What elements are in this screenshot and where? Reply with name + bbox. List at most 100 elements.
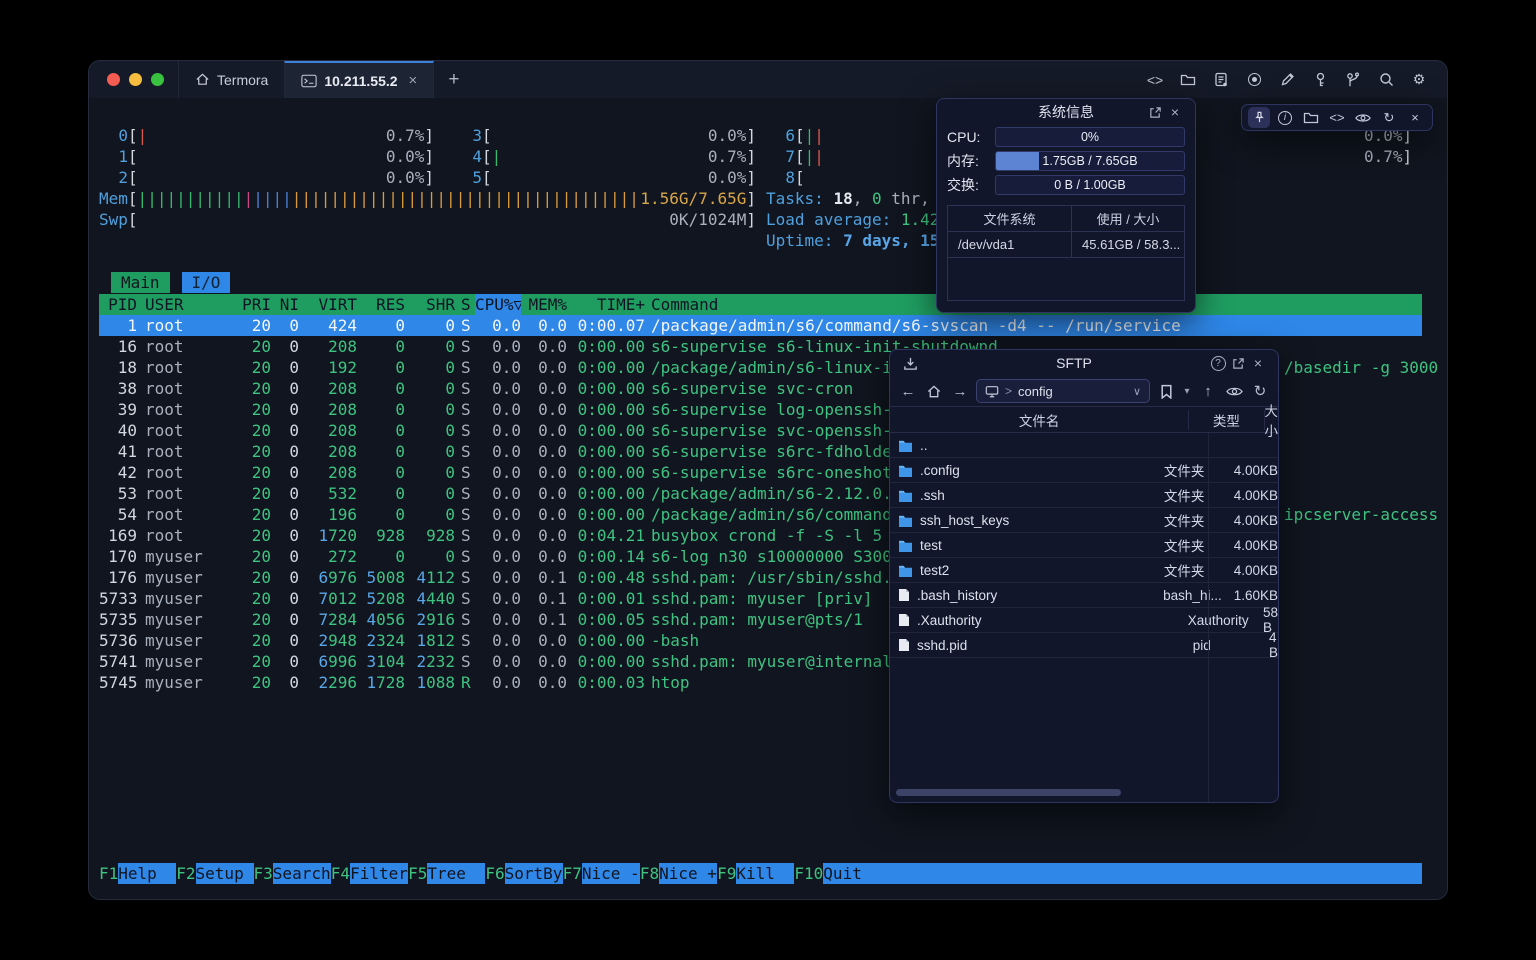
cpu-meter-fragment: 0.7%] (1364, 146, 1412, 167)
fkey-f4[interactable]: F4 (331, 863, 350, 884)
log-icon[interactable] (1214, 72, 1228, 87)
bookmark-dropdown-icon[interactable]: ▾ (1182, 386, 1192, 397)
record-icon[interactable] (1248, 73, 1261, 86)
tab-active-session[interactable]: 10.211.55.2 × (284, 61, 434, 98)
column-header-time[interactable]: TIME+ (567, 294, 645, 315)
zoom-window-button[interactable] (151, 73, 164, 86)
chevron-down-icon[interactable]: ∨ (1133, 385, 1141, 398)
computer-icon (985, 385, 999, 398)
file-row[interactable]: test文件夹4.00KB (890, 533, 1278, 558)
system-info-title: 系统信息 (987, 102, 1145, 122)
column-header-pri[interactable]: PRI (237, 294, 271, 315)
fkey-f8-label[interactable]: Nice + (659, 863, 717, 884)
fkey-f6[interactable]: F6 (485, 863, 504, 884)
fkey-f9[interactable]: F9 (717, 863, 736, 884)
key-icon[interactable] (1314, 72, 1327, 88)
edit-icon[interactable] (1280, 72, 1295, 87)
htop-tab-main[interactable]: Main (111, 272, 170, 293)
close-window-button[interactable] (107, 73, 120, 86)
file-row[interactable]: sshd.pidpid4 B (890, 633, 1278, 658)
column-header-shr[interactable]: SHR (405, 294, 455, 315)
close-icon[interactable]: × (1248, 355, 1268, 371)
htop-tab-i/o[interactable]: I/O (182, 272, 231, 293)
fkey-f1-label[interactable]: Help (118, 863, 176, 884)
horizontal-scrollbar[interactable] (896, 789, 1121, 796)
fkey-f7-label[interactable]: Nice - (582, 863, 640, 884)
file-row[interactable]: .config文件夹4.00KB (890, 458, 1278, 483)
download-icon[interactable] (900, 356, 920, 371)
column-header-cpu[interactable]: CPU%▽ (475, 294, 521, 315)
fkey-f2-label[interactable]: Setup (196, 863, 254, 884)
fs-name: /dev/vda1 (948, 232, 1072, 257)
fkey-f7[interactable]: F7 (563, 863, 582, 884)
file-row[interactable]: .XauthorityXauthority58 B (890, 608, 1278, 633)
code-icon[interactable]: <> (1147, 72, 1163, 88)
pin-icon[interactable] (1253, 111, 1266, 124)
fkey-f10[interactable]: F10 (794, 863, 823, 884)
path-breadcrumb[interactable]: > config ∨ (976, 379, 1150, 403)
fkey-f9-label[interactable]: Kill (736, 863, 794, 884)
forward-icon[interactable]: → (950, 383, 970, 400)
fkey-f5-label[interactable]: Tree (427, 863, 485, 884)
file-row[interactable]: .. (890, 433, 1278, 458)
refresh-icon[interactable]: ↻ (1250, 382, 1270, 400)
process-row[interactable]: 1root20042400S0.00.00:00.07/package/admi… (99, 315, 1422, 336)
minimize-window-button[interactable] (129, 73, 142, 86)
code-icon[interactable]: <> (1329, 110, 1344, 125)
new-tab-button[interactable]: + (434, 61, 473, 98)
close-icon[interactable]: × (1411, 110, 1419, 125)
htop-tabs: Main I/O (111, 272, 230, 293)
file-row[interactable]: ssh_host_keys文件夹4.00KB (890, 508, 1278, 533)
column-header-mem[interactable]: MEM% (521, 294, 567, 315)
tab-close-icon[interactable]: × (409, 72, 418, 89)
show-hidden-icon[interactable] (1224, 385, 1244, 398)
help-icon[interactable]: ? (1208, 356, 1228, 371)
search-icon[interactable] (1379, 72, 1394, 87)
folder-icon[interactable] (1180, 73, 1196, 87)
column-header-user[interactable]: USER (145, 294, 237, 315)
file-row[interactable]: test2文件夹4.00KB (890, 558, 1278, 583)
fkey-f4-label[interactable]: Filter (350, 863, 408, 884)
cpu-id: 8 (766, 167, 795, 188)
home-icon (195, 72, 210, 87)
home-icon[interactable] (924, 384, 944, 399)
fkey-f3-label[interactable]: Search (273, 863, 331, 884)
column-header-pid[interactable]: PID (99, 294, 137, 315)
cpu-meter-3: 3[0.0%] (453, 125, 756, 146)
keychain-icon[interactable] (1346, 72, 1361, 88)
close-icon[interactable]: × (1165, 104, 1185, 120)
popout-icon[interactable] (1145, 106, 1165, 119)
column-header-ni[interactable]: NI (271, 294, 299, 315)
cpu-label: CPU: (947, 129, 987, 145)
column-header-virt[interactable]: VIRT (299, 294, 357, 315)
cpu-id: 7 (766, 146, 795, 167)
column-filename[interactable]: 文件名 (890, 410, 1189, 430)
folder-icon[interactable] (1303, 111, 1319, 125)
fkey-f3[interactable]: F3 (254, 863, 273, 884)
column-type[interactable]: 类型 (1189, 410, 1264, 430)
file-name: sshd.pid (917, 638, 967, 653)
file-type: pid (1183, 638, 1257, 653)
back-icon[interactable]: ← (898, 383, 918, 400)
fkey-f8[interactable]: F8 (640, 863, 659, 884)
refresh-icon[interactable]: ↻ (1384, 110, 1395, 126)
column-header-s[interactable]: S (461, 294, 475, 315)
eye-icon[interactable] (1355, 112, 1371, 124)
tab-home[interactable]: Termora (178, 61, 284, 98)
fkey-f6-label[interactable]: SortBy (505, 863, 563, 884)
settings-icon[interactable]: ⚙ (1413, 71, 1426, 88)
column-header-res[interactable]: RES (357, 294, 405, 315)
file-row[interactable]: .bash_historybash_hi...1.60KB (890, 583, 1278, 608)
file-row[interactable]: .ssh文件夹4.00KB (890, 483, 1278, 508)
fkey-f5[interactable]: F5 (408, 863, 427, 884)
upload-icon[interactable]: ↑ (1198, 383, 1218, 400)
fkey-f10-label[interactable]: Quit (823, 863, 1422, 884)
info-icon[interactable]: i (1278, 111, 1292, 125)
file-size: 4.00KB (1222, 488, 1278, 503)
folder-icon (898, 464, 913, 477)
fkey-f2[interactable]: F2 (176, 863, 195, 884)
fkey-f1[interactable]: F1 (99, 863, 118, 884)
swap-label: 交换: (947, 175, 987, 195)
popout-icon[interactable] (1228, 357, 1248, 370)
bookmark-icon[interactable] (1156, 384, 1176, 399)
